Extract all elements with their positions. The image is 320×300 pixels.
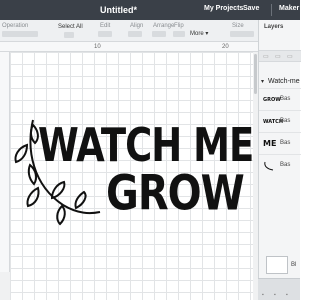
divider bbox=[271, 4, 272, 16]
arrange-label[interactable]: Arrange bbox=[153, 23, 174, 29]
layer-label: Bas bbox=[280, 118, 291, 124]
watch-me-grow-design[interactable]: WATCH ME GROW bbox=[8, 110, 254, 230]
my-projects-link[interactable]: My Projects bbox=[204, 5, 243, 12]
layer-label: Bas bbox=[280, 162, 291, 168]
layer-group[interactable]: ▾ Watch-me bbox=[259, 76, 301, 88]
combine-icon[interactable]: ▪ bbox=[274, 292, 276, 298]
chevron-down-icon: ▾ bbox=[205, 31, 209, 37]
zoom-corner bbox=[0, 272, 10, 300]
leaf-thumbnail-icon bbox=[263, 161, 277, 171]
blank-canvas-swatch[interactable] bbox=[266, 256, 288, 274]
top-bar: Untitled* My Projects Save Maker bbox=[0, 0, 300, 20]
operation-label: Operation bbox=[2, 23, 29, 29]
ungroup-icon[interactable]: ▭ bbox=[275, 53, 281, 60]
ruler-mark: 20 bbox=[222, 44, 229, 50]
layer-label: Bas bbox=[280, 96, 291, 102]
me-thumbnail-icon: ME bbox=[263, 139, 277, 148]
blank-canvas-label: Bl bbox=[291, 262, 297, 268]
size-label: Size bbox=[232, 23, 244, 29]
edit-label[interactable]: Edit bbox=[100, 23, 110, 29]
design-line-1: WATCH ME bbox=[38, 118, 254, 172]
design-line-2: GROW bbox=[106, 166, 245, 222]
ruler-mark: 10 bbox=[94, 44, 101, 50]
layers-panel: Layers ▭ ▭ ▭ ▾ Watch-me GROW Bas WATCH B… bbox=[258, 20, 301, 300]
layers-heading: Layers bbox=[264, 24, 284, 30]
chevron-down-icon[interactable]: ▾ bbox=[261, 78, 264, 85]
size-input[interactable] bbox=[230, 31, 254, 37]
more-label: More bbox=[190, 31, 204, 37]
layer-row[interactable]: WATCH Bas bbox=[259, 110, 301, 132]
grow-thumbnail-icon: GROW bbox=[263, 97, 281, 103]
watch-thumbnail-icon: WATCH bbox=[263, 119, 284, 125]
project-title: Untitled* bbox=[100, 5, 137, 15]
align-label[interactable]: Align bbox=[130, 23, 143, 29]
more-button[interactable]: More ▾ bbox=[190, 30, 208, 37]
edit-icon[interactable] bbox=[98, 31, 112, 37]
flip-icon[interactable] bbox=[173, 31, 185, 37]
group-icon[interactable]: ▭ bbox=[263, 53, 269, 60]
arrange-icon[interactable] bbox=[152, 31, 166, 37]
duplicate-icon[interactable]: ▭ bbox=[287, 53, 293, 60]
select-all-button[interactable]: Select All bbox=[58, 24, 83, 30]
layer-row[interactable]: ME Bas bbox=[259, 132, 301, 154]
scrollbar-thumb[interactable] bbox=[254, 54, 257, 94]
layers-panel-actions: ▪ ▪ ▪ bbox=[258, 278, 300, 300]
save-button[interactable]: Save bbox=[243, 5, 259, 12]
flip-label[interactable]: Flip bbox=[174, 23, 184, 29]
machine-selector[interactable]: Maker bbox=[279, 5, 299, 12]
layer-row[interactable]: Bas bbox=[259, 154, 301, 176]
slice-icon[interactable]: ▪ bbox=[262, 292, 264, 298]
layer-label: Bas bbox=[280, 140, 291, 146]
group-name: Watch-me bbox=[268, 78, 300, 85]
select-all-icon[interactable] bbox=[64, 32, 74, 38]
layers-tools: ▭ ▭ ▭ bbox=[259, 50, 301, 62]
layer-row[interactable]: GROW Bas bbox=[259, 88, 301, 110]
top-ruler: 10 20 bbox=[0, 42, 258, 52]
edit-toolbar: Operation Select All Edit Align Arrange … bbox=[0, 20, 258, 42]
align-icon[interactable] bbox=[128, 31, 142, 37]
attach-icon[interactable]: ▪ bbox=[286, 292, 288, 298]
operation-dropdown[interactable] bbox=[2, 31, 38, 37]
